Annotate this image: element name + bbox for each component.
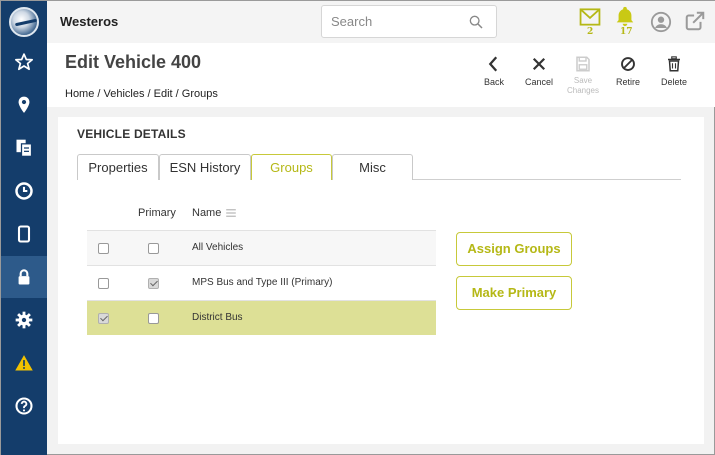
- messages-button[interactable]: 2: [577, 1, 607, 41]
- save-label-line2: Changes: [566, 86, 600, 95]
- sidebar: [1, 1, 47, 455]
- column-header-name[interactable]: Name: [192, 207, 237, 219]
- app-title: Westeros: [60, 14, 119, 29]
- close-icon: [532, 57, 546, 71]
- tab-properties[interactable]: Properties: [77, 154, 159, 180]
- search-icon[interactable]: [468, 14, 484, 30]
- sidebar-item-map[interactable]: [1, 84, 47, 126]
- back-button[interactable]: Back: [472, 51, 516, 99]
- retire-button[interactable]: Retire: [606, 51, 650, 99]
- sidebar-item-documents[interactable]: [1, 127, 47, 169]
- map-pin-icon: [18, 96, 30, 113]
- sidebar-item-settings[interactable]: [1, 299, 47, 341]
- chevron-left-icon: [488, 56, 498, 72]
- sidebar-item-history[interactable]: [1, 170, 47, 212]
- bell-icon: [616, 6, 634, 27]
- make-primary-button[interactable]: Make Primary: [456, 276, 572, 310]
- notifications-button[interactable]: 17: [612, 1, 640, 41]
- page-title: Edit Vehicle 400: [65, 52, 202, 72]
- row-select-checkbox[interactable]: [98, 313, 109, 324]
- warning-icon: [15, 355, 33, 371]
- page-header: Edit Vehicle 400 Home / Vehicles / Edit …: [47, 43, 715, 107]
- trash-icon: [668, 56, 680, 72]
- column-header-primary[interactable]: Primary: [138, 207, 176, 219]
- tablet-icon: [17, 225, 31, 243]
- notifications-count: 17: [620, 27, 633, 37]
- envelope-icon: [579, 8, 601, 26]
- search-box[interactable]: [321, 5, 497, 38]
- table-row[interactable]: District Bus: [87, 300, 436, 335]
- primary-checkbox[interactable]: [148, 278, 159, 289]
- top-bar: Westeros 2 17: [47, 1, 715, 43]
- save-label-line1: Save: [573, 76, 593, 85]
- sidebar-item-devices[interactable]: [1, 213, 47, 255]
- cancel-label: Cancel: [524, 77, 553, 87]
- sort-icon[interactable]: [226, 209, 237, 217]
- table-row[interactable]: All Vehicles: [87, 230, 436, 265]
- app-logo-icon[interactable]: [9, 7, 39, 37]
- group-name: District Bus: [192, 312, 243, 323]
- clock-icon: [15, 182, 33, 200]
- assign-groups-button[interactable]: Assign Groups: [456, 232, 572, 266]
- save-icon: [576, 56, 590, 72]
- primary-checkbox[interactable]: [148, 313, 159, 324]
- sidebar-item-favorites[interactable]: [1, 41, 47, 83]
- table-row[interactable]: MPS Bus and Type III (Primary): [87, 265, 436, 300]
- back-label: Back: [483, 77, 504, 87]
- gear-icon: [15, 311, 33, 329]
- section-title: VEHICLE DETAILS: [77, 127, 186, 141]
- column-header-name-label: Name: [192, 207, 222, 219]
- save-changes-button[interactable]: Save Changes: [561, 51, 605, 99]
- sidebar-item-alerts[interactable]: [1, 342, 47, 384]
- ban-icon: [621, 57, 635, 71]
- primary-checkbox[interactable]: [148, 243, 159, 254]
- sidebar-item-security[interactable]: [1, 256, 47, 298]
- group-name: All Vehicles: [192, 242, 244, 253]
- breadcrumb[interactable]: Home / Vehicles / Edit / Groups: [65, 88, 218, 100]
- messages-count: 2: [587, 27, 594, 37]
- delete-label: Delete: [660, 77, 687, 87]
- retire-label: Retire: [615, 77, 640, 87]
- lock-icon: [18, 269, 30, 285]
- delete-button[interactable]: Delete: [652, 51, 696, 99]
- tab-misc[interactable]: Misc: [332, 154, 413, 180]
- row-select-checkbox[interactable]: [98, 278, 109, 289]
- user-avatar-icon[interactable]: [650, 11, 672, 33]
- help-icon: [15, 397, 33, 415]
- save-label: Save Changes: [561, 76, 605, 96]
- external-link-icon[interactable]: [684, 10, 706, 32]
- group-name: MPS Bus and Type III (Primary): [192, 277, 333, 288]
- tab-groups[interactable]: Groups: [251, 154, 332, 180]
- search-input[interactable]: [331, 14, 461, 29]
- row-select-checkbox[interactable]: [98, 243, 109, 254]
- documents-icon: [16, 139, 33, 157]
- vehicle-details-card: VEHICLE DETAILS Properties ESN History G…: [58, 117, 704, 444]
- sidebar-item-help[interactable]: [1, 385, 47, 427]
- star-icon: [15, 53, 33, 71]
- tab-esn-history[interactable]: ESN History: [159, 154, 251, 180]
- cancel-button[interactable]: Cancel: [517, 51, 561, 99]
